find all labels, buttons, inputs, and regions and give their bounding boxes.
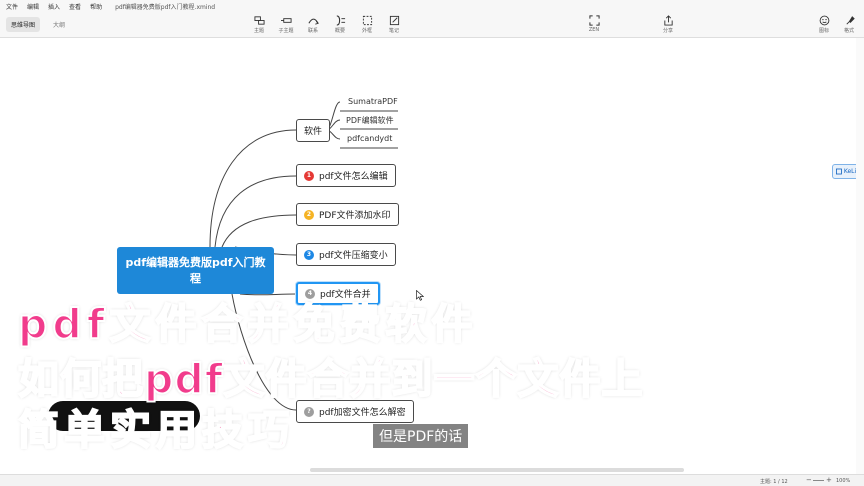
sticker-button[interactable]: 图标 [811, 15, 837, 34]
priority-1-icon: 1 [304, 170, 314, 181]
horizontal-scrollbar[interactable] [310, 468, 684, 472]
topic-icon [253, 16, 265, 25]
note-button[interactable]: 笔记 [381, 15, 407, 34]
topic-label: pdf文件怎么编辑 [319, 172, 388, 182]
status-bar: 主题: 1 / 12 − + 100% [0, 474, 864, 486]
summary-button[interactable]: 概要 [327, 15, 353, 34]
toolbar: 思维导图 大纲 主题 子主题 联系 概要 外框 笔记 ZEN 分享 图标 格式 [0, 13, 864, 38]
zoom-in-button[interactable]: + [826, 476, 832, 484]
central-topic[interactable]: pdf编辑器免费版pdf入门教程 [117, 247, 274, 294]
format-button-label: 格式 [843, 28, 854, 34]
central-topic-label: pdf编辑器免费版pdf入门教程 [125, 255, 266, 285]
boundary-button[interactable]: 外框 [354, 15, 380, 34]
relationship-button-label: 联系 [307, 28, 318, 34]
view-tabs: 思维导图 大纲 [6, 17, 70, 32]
subtopic-icon [280, 18, 292, 23]
menu-edit[interactable]: 编辑 [27, 2, 39, 11]
topic-compress-pdf[interactable]: 3 pdf文件压缩变小 [296, 243, 396, 266]
summary-icon [336, 15, 345, 26]
topic-count: 主题: 1 / 12 [760, 479, 788, 485]
share-icon [663, 15, 673, 26]
overlay-title-line-2: 如何把pdf文件合并到一个文件上 [17, 355, 644, 403]
subtopic-pdfcandy[interactable]: pdfcandydt [347, 134, 392, 143]
topic-label: PDF文件添加水印 [319, 211, 391, 221]
sticker-button-label: 图标 [818, 28, 829, 34]
video-subtitle: 但是PDF的话 [373, 424, 469, 448]
topic-label: pdf文件合并 [320, 290, 371, 300]
topic-button[interactable]: 主题 [246, 15, 272, 34]
topic-software[interactable]: 软件 [296, 119, 331, 142]
menu-file[interactable]: 文件 [6, 2, 18, 11]
sticker-icon [819, 15, 829, 26]
topic-edit-pdf[interactable]: 1 pdf文件怎么编辑 [296, 164, 396, 187]
share-button[interactable]: 分享 [655, 15, 681, 34]
menu-help[interactable]: 帮助 [90, 2, 102, 11]
priority-2-icon: 2 [304, 209, 314, 220]
zoom-out-button[interactable]: − [806, 476, 812, 484]
zen-button[interactable]: ZEN [581, 15, 607, 33]
fullscreen-icon [588, 15, 600, 26]
note-button-label: 笔记 [388, 28, 399, 34]
subtopic-button[interactable]: 子主题 [273, 15, 299, 34]
relationship-icon [307, 18, 319, 25]
side-panel-icon [836, 168, 842, 175]
topic-decrypt-pdf[interactable]: ? pdf加密文件怎么解密 [296, 400, 414, 423]
vertical-scrollbar[interactable] [856, 38, 864, 474]
question-icon: ? [304, 406, 314, 417]
subtopic-pdf-editor[interactable]: PDF编辑软件 [346, 115, 394, 126]
subtopic-button-label: 子主题 [278, 28, 294, 34]
topic-watermark-pdf[interactable]: 2 PDF文件添加水印 [296, 203, 399, 226]
relationship-button[interactable]: 联系 [300, 15, 326, 34]
tab-mindmap[interactable]: 思维导图 [6, 17, 41, 32]
topic-button-label: 主题 [253, 28, 264, 34]
tab-outline[interactable]: 大纲 [48, 17, 70, 32]
format-icon [845, 16, 855, 25]
share-button-label: 分享 [662, 28, 673, 34]
menu-view[interactable]: 查看 [69, 2, 81, 11]
boundary-icon [362, 15, 372, 26]
priority-3-icon: 3 [304, 249, 314, 260]
topic-label: pdf文件压缩变小 [319, 251, 388, 261]
topic-label: 软件 [304, 127, 323, 137]
note-icon [389, 15, 399, 26]
document-title: pdf编辑器免费版pdf入门教程.xmind [115, 4, 216, 11]
subtopic-sumatrapdf[interactable]: SumatraPDF [348, 97, 398, 106]
summary-button-label: 概要 [334, 28, 345, 34]
priority-4-icon: 4 [305, 288, 315, 299]
menu-bar: 文件 编辑 插入 查看 帮助 pdf编辑器免费版pdf入门教程.xmind [0, 0, 864, 13]
zoom-level[interactable]: 100% [836, 478, 850, 484]
overlay-title-line-1: pdf文件合并免费软件 [17, 300, 478, 348]
overlay-title-line-3: 简单实用技巧 [17, 406, 294, 454]
zen-button-label: ZEN [588, 27, 600, 33]
boundary-button-label: 外框 [361, 28, 372, 34]
topic-label: pdf加密文件怎么解密 [319, 408, 406, 418]
format-button[interactable]: 格式 [836, 15, 862, 34]
zoom-slider[interactable] [813, 480, 824, 481]
menu-insert[interactable]: 插入 [48, 2, 60, 11]
